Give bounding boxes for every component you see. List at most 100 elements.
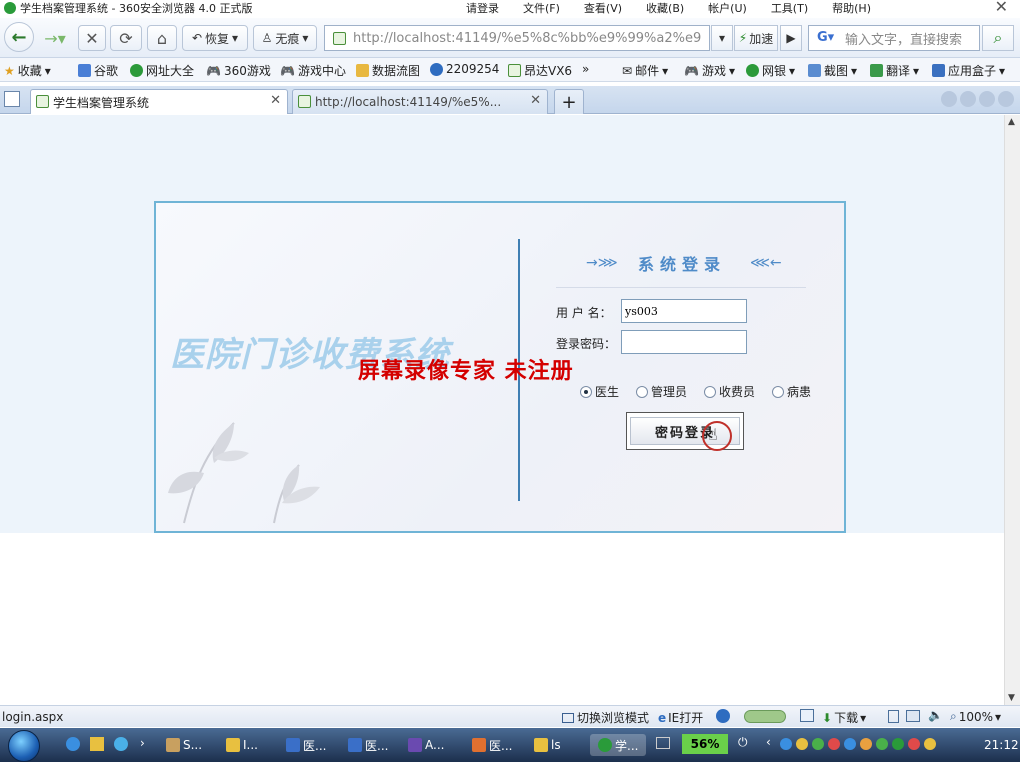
bookmark-sites[interactable]: 网址大全 — [130, 62, 194, 79]
menu-account[interactable]: 帐户(U) — [708, 0, 747, 16]
quicklaunch-explorer-icon[interactable] — [90, 737, 104, 751]
tab-scroll-right-icon[interactable] — [960, 91, 976, 107]
bookmark-mail[interactable]: ✉ 邮件 ▾ — [622, 62, 668, 79]
tray-expand-icon[interactable]: ‹ — [766, 735, 771, 749]
bookmark-bank[interactable]: 网银 ▾ — [746, 62, 795, 79]
taskbar-item[interactable]: A... — [408, 734, 444, 756]
menu-view[interactable]: 查看(V) — [584, 0, 622, 16]
menu-help[interactable]: 帮助(H) — [832, 0, 871, 16]
home-button[interactable]: ⌂ — [147, 25, 177, 51]
taskbar-item[interactable]: S... — [166, 734, 202, 756]
bookmark-screenshot[interactable]: 截图 ▾ — [808, 62, 857, 79]
restore-label: 恢复 — [205, 31, 230, 46]
close-tab-icon[interactable]: ✕ — [530, 93, 541, 108]
new-tab-button[interactable]: + — [554, 89, 584, 114]
menu-favorites[interactable]: 收藏(B) — [646, 0, 684, 16]
tray-icon[interactable] — [844, 738, 856, 750]
address-dropdown-button[interactable]: ▾ — [711, 25, 733, 51]
taskbar-item[interactable]: 医... — [286, 734, 326, 756]
bookmark-dataflow[interactable]: 数据流图 — [356, 62, 420, 79]
restore-button[interactable]: ↶ 恢复 ▾ — [182, 25, 248, 51]
keyboard-icon[interactable] — [656, 737, 670, 749]
taskbar-item[interactable]: I... — [226, 734, 258, 756]
tray-icon[interactable] — [812, 738, 824, 750]
page-icon[interactable] — [888, 710, 899, 723]
forward-button[interactable]: →▾ — [38, 25, 72, 51]
bookmark-2209254[interactable]: 2209254 — [430, 62, 499, 76]
refresh-button[interactable]: ⟳ — [110, 25, 142, 51]
address-text: http://localhost:41149/%e5%8c%bb%e9%99%a… — [353, 30, 702, 46]
stop-button[interactable]: ✕ — [78, 25, 106, 51]
menu-login[interactable]: 请登录 — [466, 0, 499, 16]
accelerate-button[interactable]: ⚡ 加速 — [734, 25, 778, 51]
tab-list-icon[interactable] — [979, 91, 995, 107]
tab-active[interactable]: 学生档案管理系统 ✕ — [30, 89, 288, 114]
shield-icon[interactable] — [716, 709, 730, 723]
bookmark-game-center[interactable]: 🎮 游戏中心 — [280, 62, 346, 79]
go-button[interactable]: ▶ — [780, 25, 802, 51]
taskbar-item[interactable]: 医... — [472, 734, 512, 756]
radio-icon[interactable] — [636, 385, 648, 398]
sidebar-toggle-icon[interactable] — [4, 91, 20, 107]
tray-icon[interactable] — [876, 738, 888, 750]
tray-icon[interactable] — [780, 738, 792, 750]
volume-icon[interactable]: 🔈 — [928, 708, 943, 722]
quicklaunch-browser-icon[interactable] — [114, 737, 128, 751]
role-option-admin[interactable]: 管理员 — [636, 383, 687, 400]
back-button[interactable]: ← — [4, 22, 34, 52]
password-field[interactable] — [621, 330, 747, 354]
tray-icon[interactable] — [796, 738, 808, 750]
start-button[interactable] — [8, 730, 40, 762]
menu-file[interactable]: 文件(F) — [523, 0, 560, 16]
address-bar[interactable]: http://localhost:41149/%e5%8c%bb%e9%99%a… — [324, 25, 710, 51]
bookmarks-more[interactable]: » — [582, 62, 589, 76]
tab-nav-controls — [941, 91, 1014, 107]
search-button[interactable]: ⌕ — [982, 25, 1014, 51]
tray-icon[interactable] — [860, 738, 872, 750]
tray-icon[interactable] — [908, 738, 920, 750]
zoom-control[interactable]: ⌕ 100% ▾ — [950, 709, 1001, 724]
bookmark-translate[interactable]: 翻译 ▾ — [870, 62, 919, 79]
ie-open-button[interactable]: e IE打开 — [658, 709, 703, 726]
monitor-icon[interactable] — [800, 709, 814, 722]
toggle-switch-icon[interactable] — [744, 710, 786, 723]
role-option-patient[interactable]: 病患 — [772, 383, 811, 400]
system-clock[interactable]: 21:12 — [984, 738, 1019, 752]
quicklaunch-more-icon[interactable]: › — [140, 736, 145, 750]
taskbar-item-active[interactable]: 学... — [590, 734, 647, 756]
quicklaunch-ie-icon[interactable] — [66, 737, 80, 751]
tab-scroll-left-icon[interactable] — [941, 91, 957, 107]
plug-icon[interactable]: ⏻ — [738, 735, 748, 750]
bookmark-360-games[interactable]: 🎮 360游戏 — [206, 62, 271, 79]
bookmark-onda[interactable]: 昂达VX6 — [508, 62, 572, 79]
download-label: 下载 — [834, 711, 859, 725]
switch-mode-button[interactable]: 切换浏览模式 — [562, 709, 649, 726]
taskbar-item[interactable]: ls — [534, 734, 561, 756]
search-input[interactable]: G▾ 输入文字，直接搜索 — [808, 25, 980, 51]
scroll-down-icon[interactable]: ▼ — [1008, 693, 1015, 703]
taskbar-item[interactable]: 医... — [348, 734, 388, 756]
bookmark-google[interactable]: 谷歌 — [78, 62, 118, 79]
role-option-cashier[interactable]: 收费员 — [704, 383, 755, 400]
tab-inactive[interactable]: http://localhost:41149/%e5%... ✕ — [292, 89, 548, 114]
bookmark-app-box[interactable]: 应用盒子 ▾ — [932, 62, 1005, 79]
bookmark-games[interactable]: 🎮 游戏 ▾ — [684, 62, 735, 79]
close-all-icon[interactable] — [998, 91, 1014, 107]
tray-icon[interactable] — [892, 738, 904, 750]
incognito-button[interactable]: ♙ 无痕 ▾ — [253, 25, 317, 51]
tray-icon[interactable] — [924, 738, 936, 750]
close-tab-icon[interactable]: ✕ — [270, 93, 281, 108]
window-close-icon[interactable]: ✕ — [995, 0, 1008, 16]
bookmark-favorites[interactable]: ★ 收藏 ▾ — [4, 62, 51, 79]
tray-icon[interactable] — [828, 738, 840, 750]
scroll-up-icon[interactable]: ▲ — [1008, 117, 1015, 127]
download-button[interactable]: ⬇ 下载 ▾ — [822, 709, 866, 726]
radio-icon[interactable] — [772, 385, 784, 398]
radio-selected-icon[interactable] — [580, 385, 592, 398]
menu-tools[interactable]: 工具(T) — [771, 0, 808, 16]
print-icon[interactable] — [906, 710, 920, 722]
vertical-scrollbar[interactable]: ▲ ▼ — [1004, 115, 1020, 705]
role-option-doctor[interactable]: 医生 — [580, 383, 619, 400]
radio-icon[interactable] — [704, 385, 716, 398]
username-field[interactable] — [621, 299, 747, 323]
